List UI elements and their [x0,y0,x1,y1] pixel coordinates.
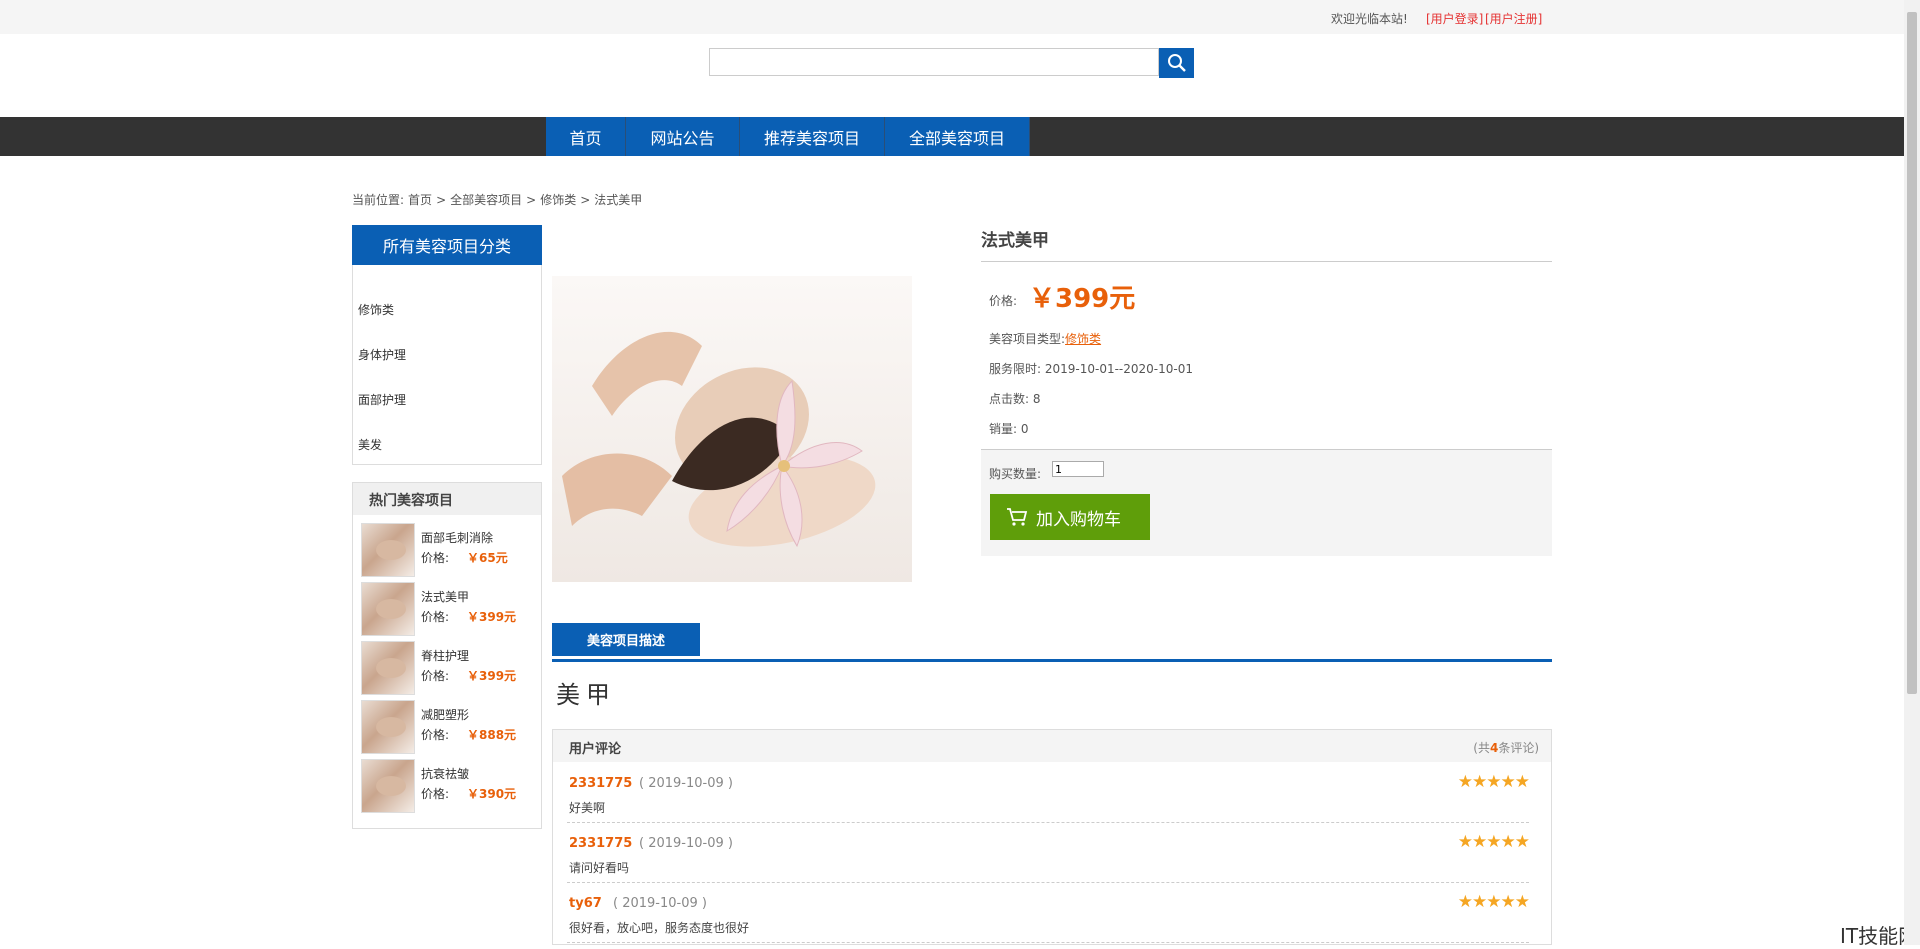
hot-item-name[interactable]: 减肥塑形 [421,706,469,723]
welcome-text: 欢迎光临本站! [1331,12,1408,26]
breadcrumb-separator: > [526,193,537,207]
hot-item-price-label: 价格: [421,669,450,683]
product-type-label: 美容项目类型: [989,332,1066,346]
hot-item-price: ￥390元 [467,787,517,801]
breadcrumb: 当前位置: 首页 > 全部美容项目 > 修饰类 > 法式美甲 [352,191,646,208]
rating-stars-icon: ★★★★★ [1457,772,1530,792]
product-price: ￥399元 [1029,284,1136,314]
hot-projects-title: 热门美容项目 [369,493,453,509]
hot-item-name[interactable]: 面部毛刺消除 [421,529,493,546]
login-link[interactable]: [用户登录] [1426,10,1483,27]
search-bar [709,48,1194,78]
review-text: 请问好看吗 [569,861,630,875]
search-input[interactable] [709,48,1159,76]
hot-item-price: ￥65元 [467,551,508,565]
reviews-count-suffix: 条评论) [1498,741,1539,755]
review-user: ty67 [569,896,602,911]
review-user: 2331775 [569,836,633,851]
add-to-cart-button[interactable]: 加入购物车 [990,494,1150,540]
click-count: 点击数: 8 [989,392,1041,406]
product-image [552,276,912,582]
product-type-link[interactable]: 修饰类 [1065,332,1101,346]
reviews-section: 用户评论 (共4条评论) 2331775 ( 2019-10-09 ) ★★★★… [552,729,1552,945]
service-period: 服务限时: 2019-10-01--2020-10-01 [989,362,1193,376]
scrollbar-thumb[interactable] [1907,12,1917,694]
add-to-cart-label: 加入购物车 [1036,509,1121,530]
review-text: 好美啊 [569,801,606,815]
breadcrumb-home[interactable]: 首页 [408,193,432,207]
main-nav: 首页 网站公告 推荐美容项目 全部美容项目 [0,117,1904,156]
detail-tabs: 美容项目描述 [552,623,1552,662]
hot-item-thumbnail[interactable] [361,641,415,695]
hot-item-name[interactable]: 抗衰祛皱 [421,765,469,782]
sales-count: 销量: 0 [989,422,1029,436]
hot-item-price: ￥399元 [467,669,517,683]
top-bar: 欢迎光临本站! [用户登录] [用户注册] [0,0,1904,34]
hot-item-name[interactable]: 脊柱护理 [421,647,469,664]
register-link[interactable]: [用户注册] [1485,10,1542,27]
breadcrumb-category[interactable]: 修饰类 [540,193,576,207]
review-user: 2331775 [569,776,633,791]
hot-item-thumbnail[interactable] [361,759,415,813]
reviews-count-prefix: (共 [1473,741,1490,755]
hot-item-thumbnail[interactable] [361,582,415,636]
hot-item[interactable]: 抗衰祛皱 价格: ￥390元 [361,759,539,813]
rating-stars-icon: ★★★★★ [1457,892,1530,912]
search-icon [1167,54,1186,72]
breadcrumb-current: 法式美甲 [594,193,643,207]
hot-item-thumbnail[interactable] [361,700,415,754]
review-date: ( 2019-10-09 ) [639,776,733,791]
hot-projects: 热门美容项目 面部毛刺消除 价格: ￥65元 法式美甲 价格: ￥399元 脊柱… [352,482,542,829]
nav-home[interactable]: 首页 [546,117,626,156]
quantity-input[interactable] [1052,461,1104,477]
nav-announcements[interactable]: 网站公告 [626,117,740,156]
product-type: 美容项目类型:修饰类 [989,330,1101,347]
quantity-label: 购买数量: [989,467,1042,481]
category-sidebar-title: 所有美容项目分类 [352,225,542,265]
hot-projects-header: 热门美容项目 [353,483,541,515]
hot-item-price-label: 价格: [421,551,450,565]
purchase-box: 购买数量: 加入购物车 [981,449,1552,556]
hot-item[interactable]: 减肥塑形 价格: ￥888元 [361,700,539,754]
review-date: ( 2019-10-09 ) [613,896,707,911]
rating-stars-icon: ★★★★★ [1457,832,1530,852]
review-text: 很好看，放心吧，服务态度也很好 [569,921,750,935]
review-item: ty67 ( 2019-10-09 ) ★★★★★ 很好看，放心吧，服务态度也很… [567,882,1530,943]
tab-description[interactable]: 美容项目描述 [552,623,700,656]
product-description: 美甲 [556,681,616,709]
breadcrumb-separator: > [436,193,447,207]
hot-item-price: ￥888元 [467,728,517,742]
hot-item[interactable]: 脊柱护理 价格: ￥399元 [361,641,539,695]
breadcrumb-separator: > [580,193,591,207]
hot-item[interactable]: 法式美甲 价格: ￥399元 [361,582,539,636]
price-label: 价格: [989,294,1018,308]
hot-item-thumbnail[interactable] [361,523,415,577]
hot-item[interactable]: 面部毛刺消除 价格: ￥65元 [361,523,539,577]
hot-item-price-label: 价格: [421,728,450,742]
category-sidebar: 所有美容项目分类 修饰类 身体护理 面部护理 美发 [352,225,542,465]
hot-item-name[interactable]: 法式美甲 [421,588,469,605]
search-button[interactable] [1159,48,1194,78]
reviews-title: 用户评论 [569,742,622,757]
cart-icon [1007,508,1028,526]
reviews-header: 用户评论 (共4条评论) [553,730,1551,762]
page-scrollbar[interactable] [1904,0,1920,945]
hot-item-price-label: 价格: [421,610,450,624]
reviews-count: (共4条评论) [1473,739,1539,756]
product-title: 法式美甲 [981,231,1049,251]
category-decoration[interactable]: 修饰类 [358,301,394,318]
review-item: 2331775 ( 2019-10-09 ) ★★★★★ 好美啊 [567,762,1530,823]
review-item: 2331775 ( 2019-10-09 ) ★★★★★ 请问好看吗 [567,822,1530,883]
review-date: ( 2019-10-09 ) [639,836,733,851]
divider [981,261,1552,262]
nav-all-projects[interactable]: 全部美容项目 [885,117,1030,156]
category-face-care[interactable]: 面部护理 [358,391,406,408]
breadcrumb-prefix: 当前位置: [352,193,405,207]
nav-recommended[interactable]: 推荐美容项目 [740,117,885,156]
category-body-care[interactable]: 身体护理 [358,346,406,363]
hot-item-price-label: 价格: [421,787,450,801]
category-hair[interactable]: 美发 [358,436,382,453]
breadcrumb-all[interactable]: 全部美容项目 [450,193,522,207]
hot-item-price: ￥399元 [467,610,517,624]
